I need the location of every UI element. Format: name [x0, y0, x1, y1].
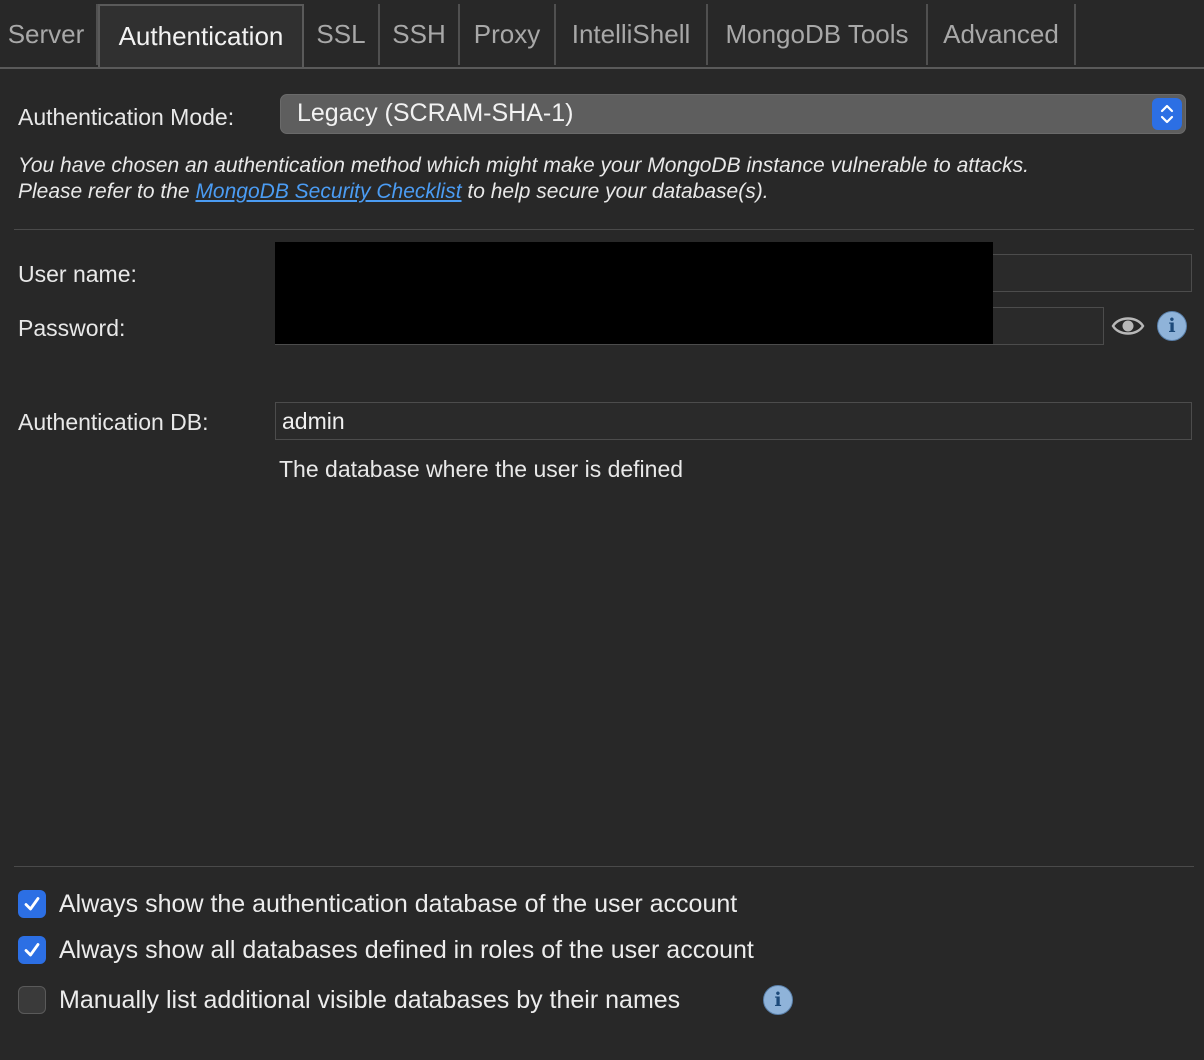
tab-server[interactable]: Server — [0, 4, 98, 65]
redacted-credentials — [275, 242, 993, 344]
tab-advanced[interactable]: Advanced — [928, 4, 1076, 65]
security-warning: You have chosen an authentication method… — [18, 153, 1188, 205]
tab-label: MongoDB Tools — [725, 19, 909, 49]
info-icon[interactable]: i — [1157, 311, 1187, 341]
password-label: Password: — [18, 315, 126, 341]
security-checklist-link[interactable]: MongoDB Security Checklist — [195, 180, 461, 203]
checkbox-checked[interactable] — [18, 936, 46, 964]
option-label: Always show the authentication database … — [59, 889, 738, 918]
tab-label: Server — [7, 19, 85, 49]
tab-label: Authentication — [118, 21, 284, 51]
tab-label: Proxy — [473, 19, 541, 49]
option-label: Always show all databases defined in rol… — [59, 935, 754, 964]
auth-mode-value: Legacy (SCRAM-SHA-1) — [297, 99, 574, 127]
info-icon[interactable]: i — [763, 985, 793, 1015]
tab-label: Advanced — [943, 19, 1059, 49]
username-label: User name: — [18, 261, 137, 287]
tab-proxy[interactable]: Proxy — [460, 4, 556, 65]
auth-db-label: Authentication DB: — [18, 409, 209, 435]
checkmark-icon — [24, 897, 40, 911]
tab-mongodb-tools[interactable]: MongoDB Tools — [708, 4, 928, 65]
auth-db-field[interactable] — [275, 402, 1192, 440]
section-divider — [14, 866, 1194, 867]
tab-intellishell[interactable]: IntelliShell — [556, 4, 708, 65]
tab-label: IntelliShell — [571, 19, 691, 49]
tab-label: SSH — [392, 19, 446, 49]
option-show-auth-db[interactable]: Always show the authentication database … — [18, 889, 737, 919]
eye-icon[interactable] — [1111, 312, 1145, 340]
warning-line-1: You have chosen an authentication method… — [18, 154, 1029, 177]
option-label: Manually list additional visible databas… — [59, 985, 681, 1014]
section-divider — [14, 229, 1194, 230]
checkmark-icon — [24, 943, 40, 957]
warning-text: to help secure your database(s). — [461, 180, 769, 203]
tab-label: SSL — [316, 19, 366, 49]
tab-bar-divider — [0, 67, 1204, 69]
chevron-up-down-icon — [1152, 98, 1182, 130]
option-show-role-dbs[interactable]: Always show all databases defined in rol… — [18, 935, 754, 965]
tab-bar: Server Authentication SSL SSH Proxy Inte… — [0, 4, 1204, 69]
warning-line-2: Please refer to the MongoDB Security Che… — [18, 179, 1188, 205]
tab-ssl[interactable]: SSL — [304, 4, 380, 65]
tab-authentication[interactable]: Authentication — [98, 4, 304, 67]
auth-mode-label: Authentication Mode: — [18, 104, 235, 130]
auth-db-input[interactable] — [276, 403, 1191, 439]
checkbox-unchecked[interactable] — [18, 986, 46, 1014]
checkbox-checked[interactable] — [18, 890, 46, 918]
warning-text: Please refer to the — [18, 180, 196, 203]
tab-ssh[interactable]: SSH — [380, 4, 460, 65]
auth-mode-select[interactable]: Legacy (SCRAM-SHA-1) — [280, 94, 1186, 134]
auth-db-help: The database where the user is defined — [279, 456, 684, 482]
option-manual-dbs[interactable]: Manually list additional visible databas… — [18, 985, 680, 1015]
